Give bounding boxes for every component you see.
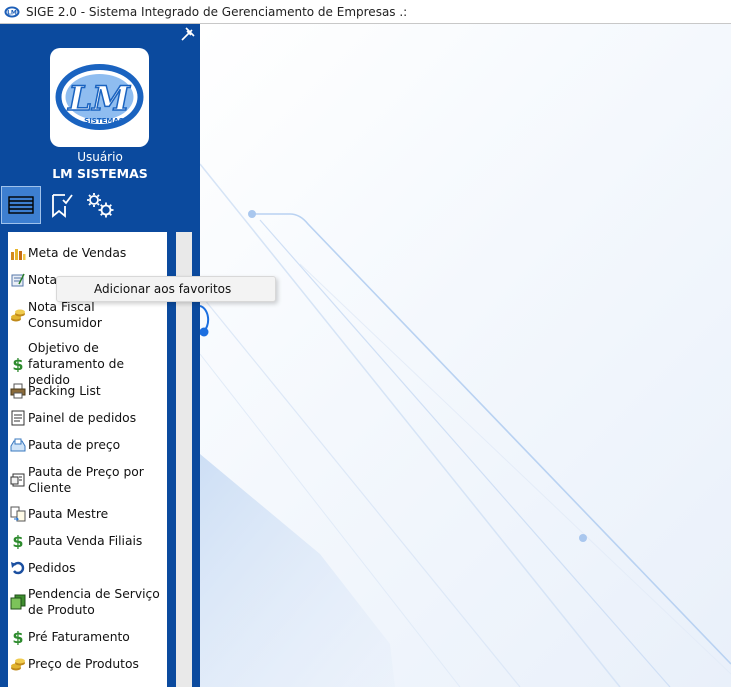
- menu-item-preco-de-produtos[interactable]: Preço de Produtos: [8, 656, 167, 672]
- menu-item-painel-de-pedidos[interactable]: Painel de pedidos: [8, 410, 167, 426]
- tab-menu[interactable]: [1, 186, 41, 224]
- svg-text:$: $: [12, 629, 23, 645]
- dollar-icon: $: [12, 356, 23, 372]
- user-name: LM SISTEMAS: [52, 166, 148, 181]
- printer-icon: [10, 383, 26, 399]
- bar-chart-icon: [11, 249, 26, 260]
- menu-item-pendencia-servico[interactable]: Pendencia de Serviço de Produto: [8, 586, 167, 618]
- background-graphic: [200, 163, 731, 687]
- dollar-icon: $: [12, 629, 23, 645]
- menu-item-pre-faturamento[interactable]: $ Pré Faturamento: [8, 629, 167, 645]
- dollar-icon: $: [12, 533, 23, 549]
- menu-list-icon: [8, 196, 34, 214]
- add-to-favorites-menu-item[interactable]: Adicionar aos favoritos: [94, 282, 231, 296]
- copy-arrow-icon: [10, 506, 26, 522]
- context-menu: Adicionar aos favoritos: [56, 276, 276, 302]
- sidebar-tabs: [0, 186, 200, 226]
- app-logo-icon: LM: [4, 6, 20, 17]
- menu-item-pauta-mestre[interactable]: Pauta Mestre: [8, 506, 167, 522]
- menu-item-pauta-venda-filiais[interactable]: $ Pauta Venda Filiais: [8, 533, 167, 549]
- window-titlebar: LM SIGE 2.0 - Sistema Integrado de Geren…: [0, 0, 731, 24]
- menu-item-objetivo-faturamento[interactable]: $ Objetivo de faturamento de pedido: [8, 340, 167, 388]
- menu-item-pedidos[interactable]: Pedidos: [8, 560, 167, 576]
- price-tray-icon: [10, 438, 26, 452]
- logo-subtext: SISTEMAS: [84, 117, 124, 125]
- invoice-icon: [11, 273, 25, 287]
- user-label: Usuário: [77, 150, 123, 164]
- menu-item-meta-de-vendas[interactable]: Meta de Vendas: [8, 245, 167, 261]
- menu-item-pauta-preco-cliente[interactable]: Pauta de Preço por Cliente: [8, 464, 167, 496]
- tab-favorites[interactable]: [42, 186, 82, 224]
- window-title: SIGE 2.0 - Sistema Integrado de Gerencia…: [26, 4, 408, 19]
- svg-text:LM: LM: [7, 9, 17, 16]
- company-logo: LM SISTEMAS: [50, 48, 149, 147]
- menu-item-nota-fiscal-consumidor[interactable]: Nota Fiscal Consumidor: [8, 299, 167, 331]
- document-icon: [11, 410, 25, 426]
- menu-item-pauta-de-preco[interactable]: Pauta de preço: [8, 437, 167, 453]
- undo-icon: [11, 561, 25, 575]
- tab-settings[interactable]: [80, 186, 120, 224]
- client-price-icon: [10, 473, 25, 487]
- svg-text:$: $: [12, 533, 23, 549]
- menu-item-packing-list[interactable]: Packing List: [8, 383, 167, 399]
- favorites-icon: [52, 194, 73, 218]
- pages-icon: [10, 594, 26, 610]
- coins-icon: [11, 309, 25, 322]
- coins-icon: [11, 658, 25, 671]
- unpin-icon[interactable]: [181, 27, 195, 41]
- settings-icon: [87, 193, 114, 218]
- svg-text:$: $: [12, 356, 23, 372]
- main-content-area: [200, 24, 731, 687]
- logo-text: LM: [67, 79, 131, 119]
